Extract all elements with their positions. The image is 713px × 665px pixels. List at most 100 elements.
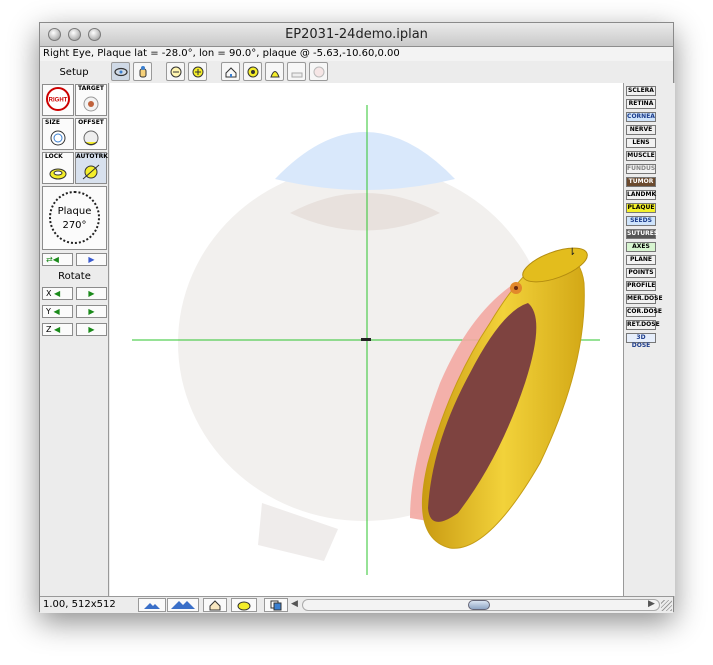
zoom-out-icon xyxy=(170,66,181,77)
layer-toggle-muscle[interactable]: MUSCLE xyxy=(626,151,656,161)
flip-icon: ⇄◀ xyxy=(46,255,59,264)
layer-toggle-panel: SCLERA RETINA CORNEA NERVE LENS MUSCLE FUNDUS T… xyxy=(624,83,675,596)
suture-center xyxy=(514,286,518,290)
axis-x-label: X xyxy=(46,289,52,298)
offset-button[interactable]: OFFSET xyxy=(75,118,107,150)
scroll-right-arrow[interactable]: ▶ xyxy=(648,599,655,609)
view-plaque-button[interactable] xyxy=(265,62,284,81)
size-icon xyxy=(50,130,66,146)
rotate-view-button[interactable] xyxy=(111,62,130,81)
resize-grip[interactable] xyxy=(661,600,672,611)
right-arrow-icon: ▶ xyxy=(88,307,95,316)
home-icon xyxy=(225,66,236,77)
size-caption: SIZE xyxy=(45,119,61,126)
right-arrow-icon: ▶ xyxy=(88,289,95,298)
scroll-left-arrow[interactable]: ◀ xyxy=(291,599,298,609)
rotate-y-plus-button[interactable]: ▶ xyxy=(76,305,107,318)
layer-toggle-sutures[interactable]: SUTURES xyxy=(626,229,658,239)
plaque-rotation-dial[interactable]: Plaque 270° xyxy=(42,186,107,250)
hand-tool-button[interactable] xyxy=(133,62,152,81)
rotate-z-plus-button[interactable]: ▶ xyxy=(76,323,107,336)
layer-toggle-sclera[interactable]: SCLERA xyxy=(626,86,656,96)
dial-label: Plaque xyxy=(57,206,92,217)
size-button[interactable]: SIZE xyxy=(42,118,74,150)
axis-y-label: Y xyxy=(46,307,51,316)
left-arrow-icon: ◀ xyxy=(54,325,61,334)
window-title: EP2031-24demo.iplan xyxy=(285,27,428,42)
plaque-marker-glyph: ⇂ xyxy=(568,247,576,258)
layer-toggle-retina[interactable]: RETINA xyxy=(626,99,656,109)
dial-ring xyxy=(49,191,100,244)
info-bar: Right Eye, Plaque lat = -28.0°, lon = 90… xyxy=(40,47,673,61)
target-caption: TARGET xyxy=(77,85,104,92)
mountain-large-icon xyxy=(171,601,195,609)
flip-button[interactable]: ⇄◀ xyxy=(42,253,73,266)
layer-toggle-fundus[interactable]: FUNDUS xyxy=(626,164,656,174)
view-target-button[interactable] xyxy=(243,62,262,81)
layer-toggle-plane[interactable]: PLANE xyxy=(626,255,656,265)
hand-icon xyxy=(139,65,146,77)
layer-toggle-nerve[interactable]: NERVE xyxy=(626,125,656,135)
layer-toggle-3d-dose[interactable]: 3D DOSE xyxy=(626,333,656,349)
dial-value: 270° xyxy=(62,220,87,231)
layer-toggle-landmk[interactable]: LANDMK xyxy=(626,190,656,200)
view-plane-button[interactable] xyxy=(287,62,306,81)
left-arrow-icon: ◀ xyxy=(54,289,61,298)
right-arrow-icon: ▶ xyxy=(88,325,95,334)
cornea xyxy=(275,132,455,190)
lock-icon xyxy=(49,168,67,180)
rotate-icon xyxy=(113,67,128,76)
autotrack-icon xyxy=(82,164,100,180)
layer-toggle-cornea[interactable]: CORNEA xyxy=(626,112,656,122)
layer-toggle-mer-dose[interactable]: MER.DOSE xyxy=(626,294,663,304)
app-window: EP2031-24demo.iplan Right Eye, Plaque la… xyxy=(39,22,675,613)
left-control-panel: RIGHT TARGET SIZE OFFSET LOCK AUTOTRK Pl… xyxy=(40,83,109,596)
layer-toggle-tumor[interactable]: TUMOR xyxy=(626,177,656,187)
layer-toggle-seeds[interactable]: SEEDS xyxy=(626,216,656,226)
zoom-in-icon xyxy=(192,66,203,77)
rotate-z-minus-button[interactable]: Z ◀ xyxy=(42,323,73,336)
layer-toggle-axes[interactable]: AXES xyxy=(626,242,656,252)
right-eye-button[interactable]: RIGHT xyxy=(42,84,74,116)
rotate-x-plus-button[interactable]: ▶ xyxy=(76,287,107,300)
layer-toggle-lens[interactable]: LENS xyxy=(626,138,656,148)
layer-toggle-points[interactable]: POINTS xyxy=(626,268,656,278)
axis-origin xyxy=(361,338,371,341)
forward-arrow-icon: ▶ xyxy=(88,255,95,264)
layer-toggle-plaque[interactable]: PLAQUE xyxy=(626,203,656,213)
axis-z-label: Z xyxy=(46,325,52,334)
lock-button[interactable]: LOCK xyxy=(42,152,74,184)
title-bar: EP2031-24demo.iplan xyxy=(40,23,673,47)
dose-icon xyxy=(313,66,324,77)
rotate-y-minus-button[interactable]: Y ◀ xyxy=(42,305,73,318)
home-bottom-button[interactable] xyxy=(203,598,227,612)
copy-icon xyxy=(270,600,282,610)
terrain-small-button[interactable] xyxy=(138,598,166,612)
scrollbar-thumb[interactable] xyxy=(468,600,490,610)
left-arrow-icon: ◀ xyxy=(53,307,60,316)
layer-toggle-ret-dose[interactable]: RET.DOSE xyxy=(626,320,660,330)
terrain-large-button[interactable] xyxy=(167,598,199,612)
zoom-out-button[interactable] xyxy=(166,62,185,81)
dial-forward-button[interactable]: ▶ xyxy=(76,253,107,266)
home-icon xyxy=(209,599,221,610)
layer-toggle-profile[interactable]: PROFILE xyxy=(626,281,656,291)
setup-label: Setup xyxy=(59,67,89,78)
plaque-icon xyxy=(237,601,251,610)
horizontal-scrollbar[interactable] xyxy=(302,599,660,611)
autotrk-caption: AUTOTRK xyxy=(76,153,108,160)
zoom-in-button[interactable] xyxy=(188,62,207,81)
copy-view-button[interactable] xyxy=(264,598,288,612)
eye-3d-viewport[interactable]: ⇂ xyxy=(110,83,624,596)
view-dose-button[interactable] xyxy=(309,62,328,81)
rotate-label: Rotate xyxy=(58,271,91,282)
autotrack-button[interactable]: AUTOTRK xyxy=(75,152,108,184)
layer-toggle-cor-dose[interactable]: COR.DOSE xyxy=(626,307,662,317)
home-view-button[interactable] xyxy=(221,62,240,81)
offset-icon xyxy=(83,130,99,146)
target-button[interactable]: TARGET xyxy=(75,84,107,116)
offset-caption: OFFSET xyxy=(78,119,104,126)
plaque-bottom-button[interactable] xyxy=(231,598,257,612)
rotate-x-minus-button[interactable]: X ◀ xyxy=(42,287,73,300)
plaque-view-icon xyxy=(269,70,280,77)
